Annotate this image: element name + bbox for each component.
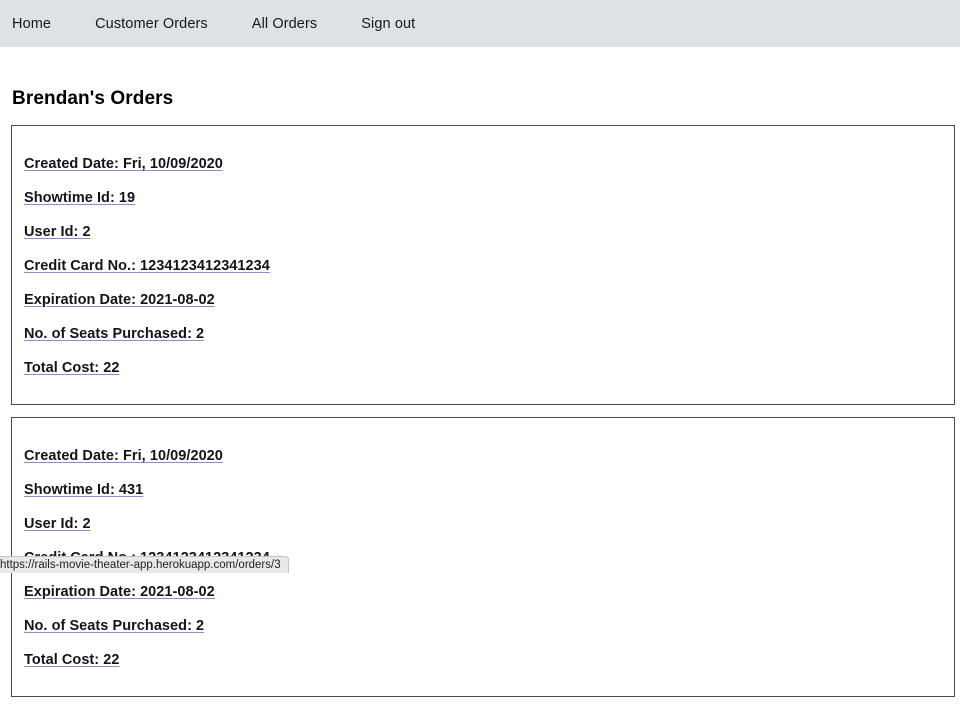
order-total-cost[interactable]: Total Cost: 22 — [24, 652, 120, 668]
order-showtime-id[interactable]: Showtime Id: 431 — [24, 482, 143, 498]
order-expiration-date[interactable]: Expiration Date: 2021-08-02 — [24, 584, 215, 600]
order-showtime-id[interactable]: Showtime Id: 19 — [24, 190, 135, 206]
order-user-id[interactable]: User Id: 2 — [24, 224, 91, 240]
order-created-date[interactable]: Created Date: Fri, 10/09/2020 — [24, 156, 223, 172]
nav-link-customer-orders[interactable]: Customer Orders — [95, 16, 208, 32]
status-bar-url: https://rails-movie-theater-app.herokuap… — [0, 559, 281, 571]
nav-link-all-orders[interactable]: All Orders — [252, 16, 317, 32]
order-seats-purchased[interactable]: No. of Seats Purchased: 2 — [24, 326, 204, 342]
order-user-id[interactable]: User Id: 2 — [24, 516, 91, 532]
main-navigation: Home Customer Orders All Orders Sign out — [0, 0, 960, 47]
order-expiration-date[interactable]: Expiration Date: 2021-08-02 — [24, 292, 215, 308]
order-total-cost[interactable]: Total Cost: 22 — [24, 360, 120, 376]
order-seats-purchased[interactable]: No. of Seats Purchased: 2 — [24, 618, 204, 634]
orders-list: Created Date: Fri, 10/09/2020 Showtime I… — [11, 125, 955, 709]
order-created-date[interactable]: Created Date: Fri, 10/09/2020 — [24, 448, 223, 464]
page-title: Brendan's Orders — [12, 88, 174, 109]
browser-status-bar: https://rails-movie-theater-app.herokuap… — [0, 556, 289, 573]
nav-link-home[interactable]: Home — [12, 16, 51, 32]
order-card: Created Date: Fri, 10/09/2020 Showtime I… — [11, 125, 955, 405]
order-credit-card-number[interactable]: Credit Card No.: 1234123412341234 — [24, 258, 270, 274]
nav-link-sign-out[interactable]: Sign out — [361, 16, 415, 32]
